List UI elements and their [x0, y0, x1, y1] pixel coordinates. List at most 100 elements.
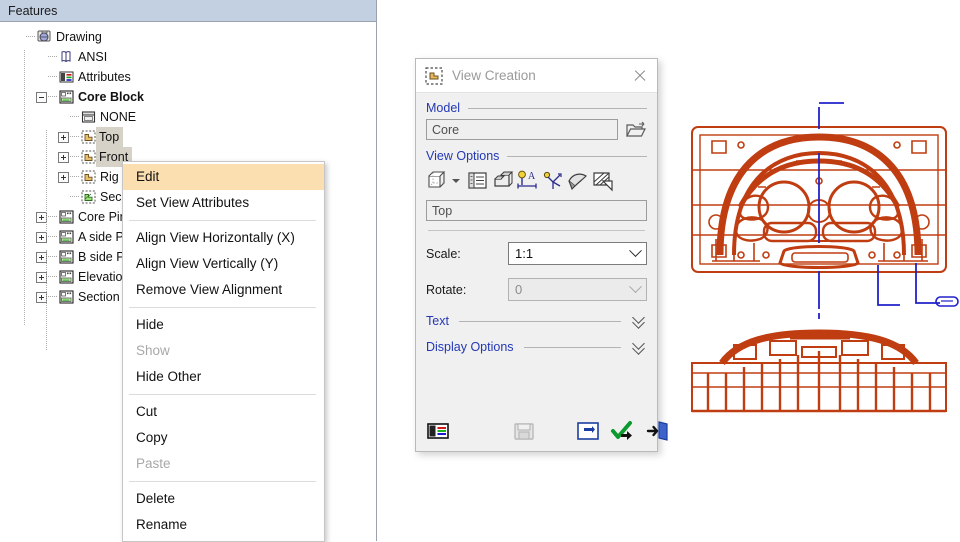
sheet-icon — [59, 290, 74, 304]
chevron-double-down-icon[interactable] — [631, 314, 647, 328]
sheet-icon — [59, 230, 74, 244]
menu-item-remove-view-alignment[interactable]: Remove View Alignment — [123, 277, 324, 303]
model-input[interactable]: Core — [426, 119, 618, 140]
scale-select[interactable]: 1:1 — [508, 242, 647, 265]
scale-label: Scale: — [426, 246, 461, 261]
sheet-icon — [59, 210, 74, 224]
hatch-icon[interactable] — [591, 169, 614, 192]
tree-item-drawing[interactable]: Drawing — [0, 27, 376, 47]
tree-connector — [26, 36, 35, 38]
tree-connector — [48, 96, 57, 98]
chevron-down-icon — [624, 279, 646, 300]
menu-separator — [129, 220, 316, 221]
axis-icon[interactable] — [541, 169, 564, 192]
menu-item-rename[interactable]: Rename — [123, 512, 324, 538]
solid-view-icon[interactable] — [491, 169, 514, 192]
tree-connector — [48, 276, 57, 278]
svg-text:A: A — [528, 171, 536, 182]
tree-item-top[interactable]: Top — [0, 127, 376, 147]
tree-item-none[interactable]: NONE — [0, 107, 376, 127]
tree-connector — [70, 156, 79, 158]
expand-icon[interactable] — [58, 131, 69, 143]
menu-separator — [129, 394, 316, 395]
menu-item-hide[interactable]: Hide — [123, 312, 324, 338]
text-section-header[interactable]: Text — [426, 314, 647, 328]
view-creation-dialog: View Creation Model Core View Options A … — [415, 58, 668, 452]
section-divider — [458, 320, 621, 322]
divider — [428, 230, 645, 231]
menu-item-align-view-horizontally-x[interactable]: Align View Horizontally (X) — [123, 225, 324, 251]
sheet-icon — [59, 90, 74, 104]
view-orientation-icon[interactable] — [426, 169, 449, 192]
expand-icon[interactable] — [58, 151, 69, 163]
tree-item-ansi[interactable]: ANSI — [0, 47, 376, 67]
orientation-dropdown-caret[interactable] — [451, 170, 460, 190]
features-panel-title: Features — [8, 3, 58, 18]
view-context-menu[interactable]: Edit Set View Attributes Align View Horizo… — [122, 161, 325, 542]
rotate-value: 0 — [515, 282, 523, 297]
expand-icon[interactable] — [58, 171, 69, 183]
tree-connector — [70, 116, 79, 118]
view-list-icon[interactable] — [466, 169, 489, 192]
menu-item-set-view-attributes[interactable]: Set View Attributes — [123, 190, 324, 216]
menu-separator — [129, 307, 316, 308]
menu-item-hide-other[interactable]: Hide Other — [123, 364, 324, 390]
view-icon — [81, 150, 96, 164]
tree-item-label: ANSI — [78, 50, 108, 64]
view-creation-footer — [416, 411, 668, 451]
tree-connector-line — [46, 130, 47, 235]
menu-item-cut[interactable]: Cut — [123, 399, 324, 425]
group-divider — [468, 107, 647, 109]
tree-item-label: Rig — [100, 170, 119, 184]
tree-item-label: Core Pin — [78, 210, 127, 224]
view-creation-title: View Creation — [452, 68, 536, 83]
view-name-input[interactable]: Top — [426, 200, 647, 221]
tree-expander-placeholder — [14, 32, 25, 43]
model-group-header: Model — [426, 101, 647, 115]
list-options-icon[interactable] — [426, 419, 450, 443]
menu-item-delete[interactable]: Delete — [123, 486, 324, 512]
view-options-group-label: View Options — [426, 149, 500, 163]
tree-item-label: Core Block — [78, 90, 144, 104]
tree-connector — [70, 176, 79, 178]
tree-item-core-block[interactable]: Core Block — [0, 87, 376, 107]
menu-item-copy[interactable]: Copy — [123, 425, 324, 451]
sheet-icon — [59, 270, 74, 284]
drawing-canvas — [678, 95, 960, 425]
rotate-select[interactable]: 0 — [508, 278, 647, 301]
tree-item-label: Top — [96, 127, 124, 147]
menu-item-align-view-vertically-y[interactable]: Align View Vertically (Y) — [123, 251, 324, 277]
save-settings-icon — [512, 419, 536, 443]
reset-icon[interactable] — [576, 419, 600, 443]
drawing-icon — [37, 30, 52, 44]
tree-connector — [48, 216, 57, 218]
tree-expander-placeholder — [36, 72, 47, 83]
view-options-toolbar[interactable]: A — [426, 167, 647, 193]
menu-item-paste: Paste — [136, 456, 171, 471]
menu-item-edit[interactable]: Edit — [123, 164, 324, 190]
apply-icon[interactable] — [610, 419, 634, 443]
cad-drawing-svg — [691, 102, 959, 413]
tree-connector — [70, 196, 79, 198]
tree-connector — [48, 296, 57, 298]
view-icon — [81, 170, 96, 184]
display-options-section-header[interactable]: Display Options — [426, 340, 647, 354]
tree-connector — [48, 76, 57, 78]
view-creation-titlebar: View Creation — [416, 59, 657, 93]
tree-expander-placeholder — [58, 112, 69, 123]
tree-item-attributes[interactable]: Attributes — [0, 67, 376, 87]
tree-expander-placeholder — [58, 192, 69, 203]
tree-connector — [48, 236, 57, 238]
annotation-icon[interactable]: A — [516, 169, 539, 192]
tree-connector-line — [46, 250, 47, 350]
group-divider — [507, 155, 647, 157]
chevron-double-down-icon[interactable] — [631, 340, 647, 354]
tree-connector — [48, 56, 57, 58]
tree-connector — [70, 136, 79, 138]
open-folder-icon[interactable] — [625, 120, 647, 140]
collapse-icon[interactable] — [36, 91, 47, 103]
shade-icon[interactable] — [566, 169, 589, 192]
model-group-label: Model — [426, 101, 461, 115]
close-icon[interactable] — [629, 65, 651, 87]
exit-icon[interactable] — [646, 419, 670, 443]
